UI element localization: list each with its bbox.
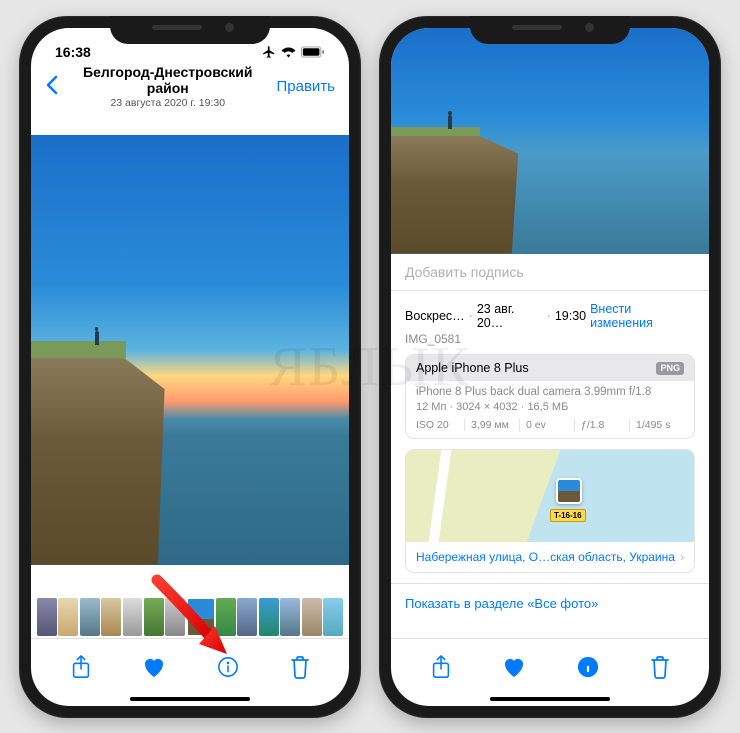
airplane-mode-icon: [262, 45, 276, 59]
thumbnail[interactable]: [101, 598, 121, 636]
photo-preview[interactable]: [391, 28, 709, 254]
phone-frame-left: 16:38 Белгород: [19, 16, 361, 718]
exif-iso: ISO 20: [416, 419, 465, 431]
edit-button[interactable]: Править: [273, 78, 340, 95]
resolution-line: 12 Мп · 3024 × 4032 · 16,5 МБ: [416, 401, 684, 413]
home-indicator[interactable]: [31, 692, 349, 706]
share-button[interactable]: [71, 655, 91, 679]
home-indicator[interactable]: [391, 692, 709, 706]
notch: [110, 16, 270, 44]
delete-button[interactable]: [290, 655, 310, 679]
map-preview[interactable]: T-16-16: [406, 450, 694, 542]
thumbnail[interactable]: [37, 598, 57, 636]
map-pin: [556, 478, 582, 504]
exif-card: Apple iPhone 8 Plus PNG iPhone 8 Plus ba…: [405, 354, 695, 439]
thumbnail[interactable]: [216, 598, 236, 636]
meta-weekday: Воскрес…: [405, 309, 465, 323]
map-address: Набережная улица, О…ская область, Украин…: [416, 550, 675, 564]
wifi-icon: [281, 46, 296, 58]
favorite-button[interactable]: [142, 656, 166, 678]
status-time: 16:38: [55, 44, 91, 60]
thumbnail[interactable]: [144, 598, 164, 636]
toolbar: [391, 638, 709, 692]
notch: [470, 16, 630, 44]
add-caption-field[interactable]: Добавить подпись: [391, 254, 709, 290]
filename: IMG_0581: [405, 332, 695, 354]
nav-datetime: 23 августа 2020 г. 19:30: [63, 97, 273, 109]
battery-icon: [301, 46, 325, 58]
map-card[interactable]: T-16-16 Набережная улица, О…ская область…: [405, 449, 695, 573]
photo-viewer[interactable]: [31, 112, 349, 588]
info-button[interactable]: [217, 656, 239, 678]
favorite-button[interactable]: [502, 656, 526, 678]
share-button[interactable]: [431, 655, 451, 679]
thumbnail[interactable]: [259, 598, 279, 636]
toolbar: [31, 638, 349, 692]
delete-button[interactable]: [650, 655, 670, 679]
back-button[interactable]: [41, 71, 63, 102]
thumbnail[interactable]: [302, 598, 322, 636]
exif-focal: 3,99 мм: [465, 419, 520, 431]
format-badge: PNG: [656, 362, 684, 375]
info-sheet: Воскрес… · 23 авг. 20… · 19:30 Внести из…: [391, 290, 709, 638]
thumbnail[interactable]: [165, 598, 185, 636]
thumbnail[interactable]: [323, 598, 343, 636]
camera-line: iPhone 8 Plus back dual camera 3.99mm f/…: [416, 386, 684, 398]
chevron-right-icon: ›: [680, 550, 684, 564]
info-button-active[interactable]: [577, 656, 599, 678]
phone-frame-right: Добавить подпись Воскрес… · 23 авг. 20… …: [379, 16, 721, 718]
map-road-label: T-16-16: [550, 509, 586, 522]
nav-bar: Белгород-Днестровский район 23 августа 2…: [31, 66, 349, 112]
show-in-all-photos-link[interactable]: Показать в разделе «Все фото»: [405, 590, 695, 621]
thumbnail[interactable]: [237, 598, 257, 636]
device-name: Apple iPhone 8 Plus: [416, 361, 529, 375]
exif-aperture: ƒ/1.8: [575, 419, 630, 431]
thumbnail[interactable]: [280, 598, 300, 636]
exif-shutter: 1/495 s: [630, 419, 684, 431]
exif-ev: 0 ev: [520, 419, 575, 431]
nav-location: Белгород-Днестровский район: [63, 64, 273, 96]
thumbnail-strip[interactable]: [31, 598, 349, 636]
thumbnail[interactable]: [80, 598, 100, 636]
adjust-datetime-link[interactable]: Внести изменения: [590, 302, 695, 330]
date-row: Воскрес… · 23 авг. 20… · 19:30 Внести из…: [405, 296, 695, 332]
thumbnail-selected[interactable]: [187, 598, 215, 636]
meta-date: 23 авг. 20…: [477, 302, 543, 330]
main-photo: [31, 135, 349, 565]
thumbnail[interactable]: [123, 598, 143, 636]
meta-time: 19:30: [555, 309, 586, 323]
thumbnail[interactable]: [58, 598, 78, 636]
